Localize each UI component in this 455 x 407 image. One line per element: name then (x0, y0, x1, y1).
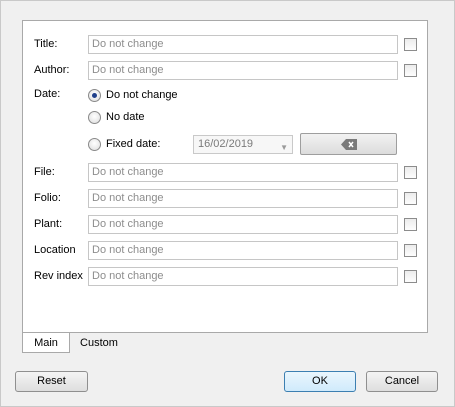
folio-input[interactable]: Do not change (88, 189, 398, 208)
author-label: Author: (34, 64, 70, 76)
backspace-clear-icon (341, 139, 357, 150)
title-input[interactable]: Do not change (88, 35, 398, 54)
location-input[interactable]: Do not change (88, 241, 398, 260)
date-radio-no-date[interactable] (88, 111, 101, 124)
chevron-down-icon: ▼ (280, 143, 288, 152)
author-checkbox[interactable] (404, 64, 417, 77)
tab-main[interactable]: Main (22, 333, 70, 353)
folio-label: Folio: (34, 192, 61, 204)
plant-label: Plant: (34, 218, 63, 230)
rev-index-input[interactable]: Do not change (88, 267, 398, 286)
file-input[interactable]: Do not change (88, 163, 398, 182)
date-radio-fixed-date[interactable] (88, 138, 101, 151)
tab-custom[interactable]: Custom (72, 333, 126, 353)
title-checkbox[interactable] (404, 38, 417, 51)
clear-date-button[interactable] (300, 133, 397, 155)
plant-checkbox[interactable] (404, 218, 417, 231)
title-label: Title: (34, 38, 58, 50)
fixed-date-value: 16/02/2019 (198, 138, 254, 150)
location-checkbox[interactable] (404, 244, 417, 257)
cancel-button[interactable]: Cancel (366, 371, 438, 392)
location-label: Location (34, 244, 76, 256)
plant-input[interactable]: Do not change (88, 215, 398, 234)
fixed-date-picker[interactable]: 16/02/2019 ▼ (193, 135, 293, 154)
file-label: File: (34, 166, 55, 178)
ok-button[interactable]: OK (284, 371, 356, 392)
rev-index-label: Rev index (34, 270, 83, 282)
file-checkbox[interactable] (404, 166, 417, 179)
date-label: Date: (34, 88, 61, 100)
author-input[interactable]: Do not change (88, 61, 398, 80)
date-option-do-not-change[interactable]: Do not change (106, 87, 178, 103)
rev-index-checkbox[interactable] (404, 270, 417, 283)
date-option-fixed-date[interactable]: Fixed date: (106, 136, 160, 152)
radio-selected-dot (92, 93, 97, 98)
date-radio-do-not-change[interactable] (88, 89, 101, 102)
reset-button[interactable]: Reset (15, 371, 88, 392)
date-option-no-date[interactable]: No date (106, 109, 145, 125)
folio-checkbox[interactable] (404, 192, 417, 205)
